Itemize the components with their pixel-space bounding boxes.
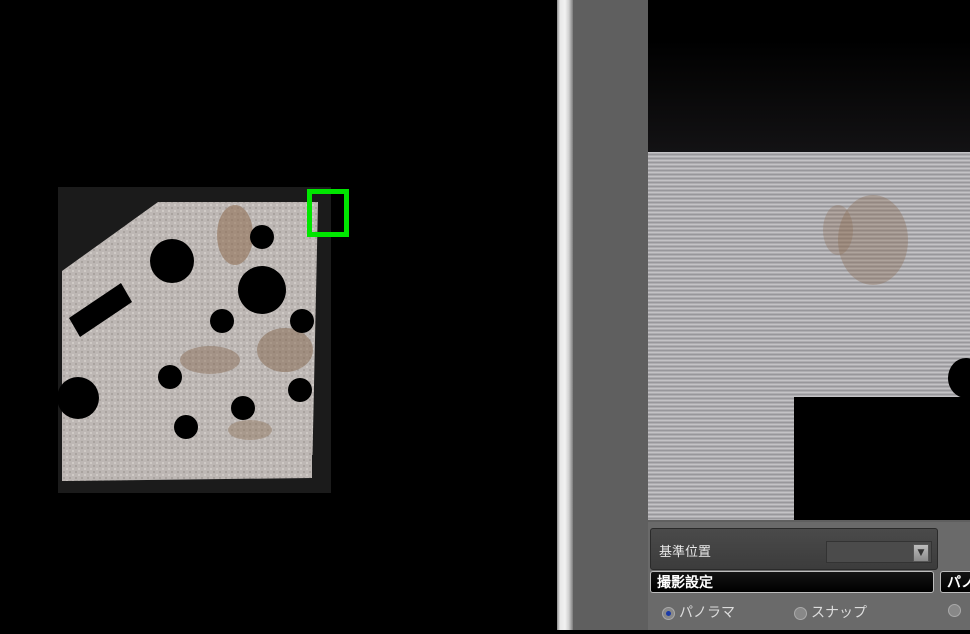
chevron-down-icon[interactable]: ▼: [913, 544, 929, 562]
mode-radio-panorama[interactable]: パノラマ: [662, 602, 735, 621]
settings-panel: 基準位置 ▼ 撮影設定 パノ パノラマ スナップ: [648, 522, 970, 630]
reference-position-label: 基準位置: [659, 545, 712, 560]
mode-radio-snap[interactable]: スナップ: [794, 602, 867, 621]
overview-image: [57, 187, 331, 493]
reference-position-row: 基準位置 ▼: [650, 528, 938, 570]
mode-label-snap: スナップ: [811, 605, 867, 621]
radio-unselected-icon: [794, 606, 807, 620]
panorama-radio-partial[interactable]: [948, 602, 965, 620]
pane-splitter[interactable]: [557, 0, 573, 630]
detail-image: [648, 0, 970, 520]
reference-position-select[interactable]: ▼: [826, 541, 932, 563]
radio-unselected-icon: [948, 603, 961, 617]
radio-selected-icon: [662, 606, 675, 620]
panorama-settings-header: パノ: [940, 571, 970, 593]
shooting-settings-header: 撮影設定: [650, 571, 934, 593]
mode-label-panorama: パノラマ: [679, 605, 735, 621]
detail-view: [648, 0, 970, 520]
overview-canvas[interactable]: [0, 0, 557, 630]
selection-box[interactable]: [307, 189, 349, 237]
